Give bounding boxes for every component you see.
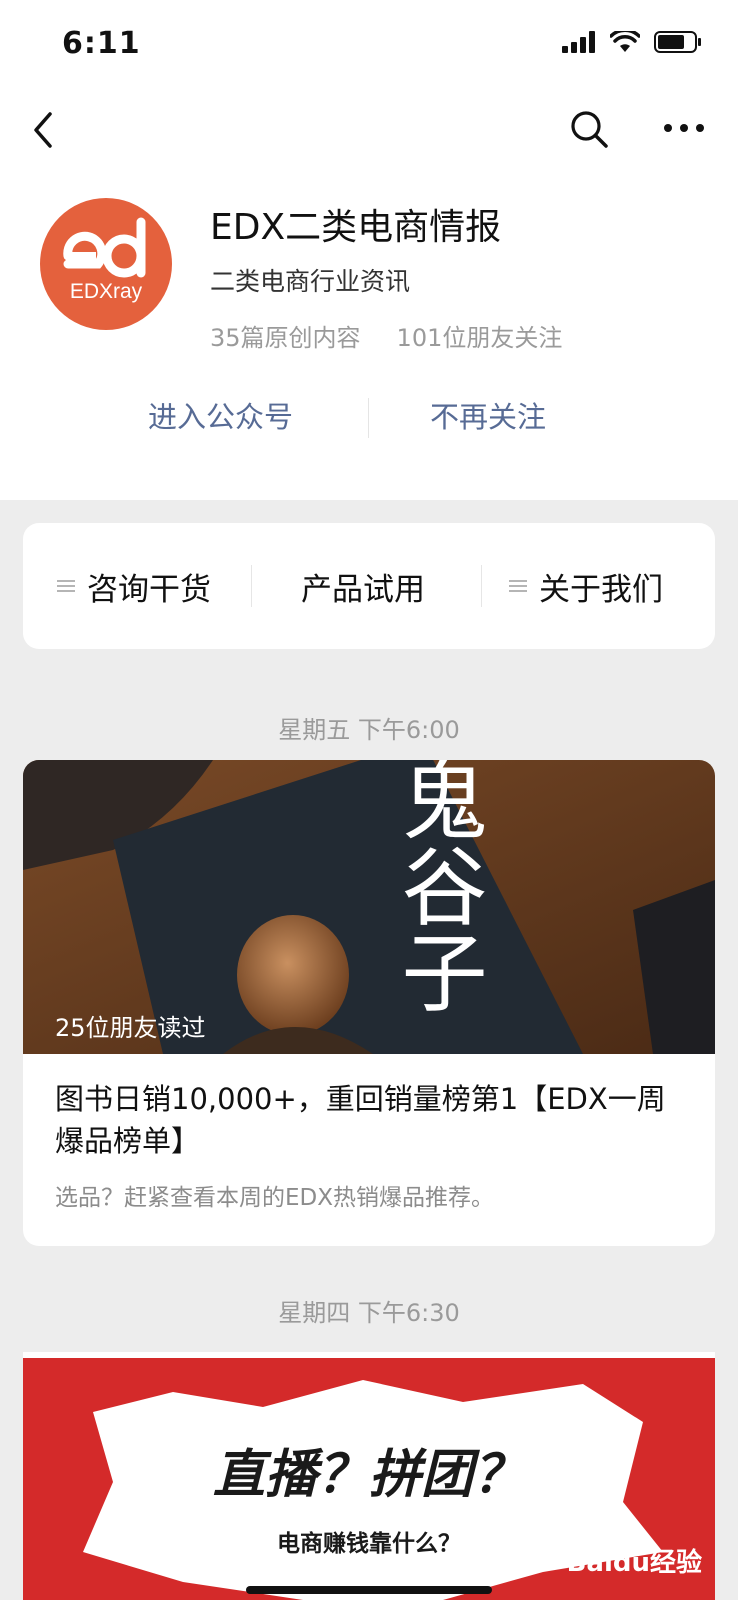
- account-profile: EDXray EDX二类电商情报 二类电商行业资讯 35篇原创内容 101位朋友…: [0, 170, 738, 500]
- submenu-list-icon: [509, 577, 527, 595]
- baidu-watermark: Baidu经验: [566, 1548, 702, 1578]
- action-divider: [368, 398, 369, 438]
- account-actions: 进入公众号 不再关注: [0, 394, 738, 438]
- read-count: 25位朋友读过: [55, 1014, 206, 1042]
- edx-logo-icon: [63, 217, 146, 278]
- avatar-text: EDXray: [69, 280, 143, 303]
- article-title[interactable]: 图书日销10,000+，重回销量榜第1【EDX一周爆品榜单】: [55, 1078, 685, 1162]
- cover-title: 直播？拼团？: [212, 1445, 525, 1505]
- date-label: 星期五 下午6:00: [278, 716, 460, 744]
- avatar[interactable]: EDXray: [40, 198, 172, 330]
- account-menu: 咨询干货 产品试用 关于我们: [23, 523, 715, 649]
- account-stats: 35篇原创内容 101位朋友关注: [210, 318, 562, 353]
- menu-item-trial[interactable]: 产品试用: [301, 523, 425, 649]
- submenu-list-icon: [57, 577, 75, 595]
- search-icon[interactable]: [568, 108, 610, 150]
- wifi-icon: [610, 31, 640, 52]
- home-indicator[interactable]: [246, 1586, 492, 1594]
- menu-item-about[interactable]: 关于我们: [509, 523, 663, 649]
- battery-icon: [654, 31, 701, 53]
- article-digest: 选品？赶紧查看本周的EDX热销爆品推荐。: [55, 1185, 494, 1211]
- signal-icon: [562, 31, 595, 53]
- account-description: 二类电商行业资讯: [210, 267, 411, 296]
- status-bar: 6:11: [0, 0, 738, 90]
- menu-divider: [251, 565, 252, 607]
- date-label: 星期四 下午6:30: [278, 1299, 460, 1327]
- menu-item-label: 产品试用: [301, 571, 425, 608]
- enter-account-button[interactable]: 进入公众号: [148, 394, 293, 436]
- account-name: EDX二类电商情报: [210, 207, 502, 248]
- status-time: 6:11: [62, 26, 141, 61]
- nav-bar: [0, 90, 738, 170]
- chevron-left-icon[interactable]: [26, 110, 66, 150]
- menu-item-label: 咨询干货: [87, 571, 211, 608]
- cover-book-title: 鬼谷子: [386, 760, 486, 1014]
- followers-count[interactable]: 101位朋友关注: [397, 318, 563, 353]
- more-dots-icon[interactable]: [662, 120, 706, 136]
- menu-divider: [481, 565, 482, 607]
- menu-item-label: 关于我们: [539, 571, 663, 608]
- unfollow-button[interactable]: 不再关注: [430, 394, 546, 436]
- article-cover-image: 鬼谷子 25位朋友读过: [23, 760, 715, 1054]
- menu-item-consulting[interactable]: 咨询干货: [57, 523, 211, 649]
- article-card[interactable]: 鬼谷子 25位朋友读过 图书日销10,000+，重回销量榜第1【EDX一周爆品榜…: [23, 760, 715, 1246]
- status-icons: [562, 30, 702, 54]
- original-count: 35篇原创内容: [210, 324, 361, 352]
